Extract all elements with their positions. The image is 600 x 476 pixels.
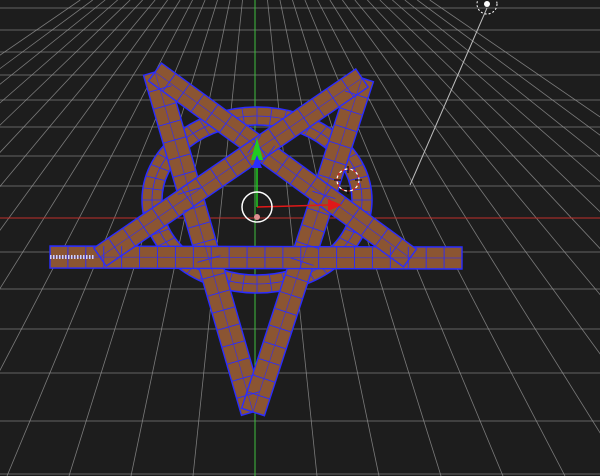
viewport-canvas[interactable]	[0, 0, 600, 476]
pentagram-mesh[interactable]	[49, 62, 463, 417]
object-origin	[254, 214, 260, 220]
3d-viewport[interactable]	[0, 0, 600, 476]
